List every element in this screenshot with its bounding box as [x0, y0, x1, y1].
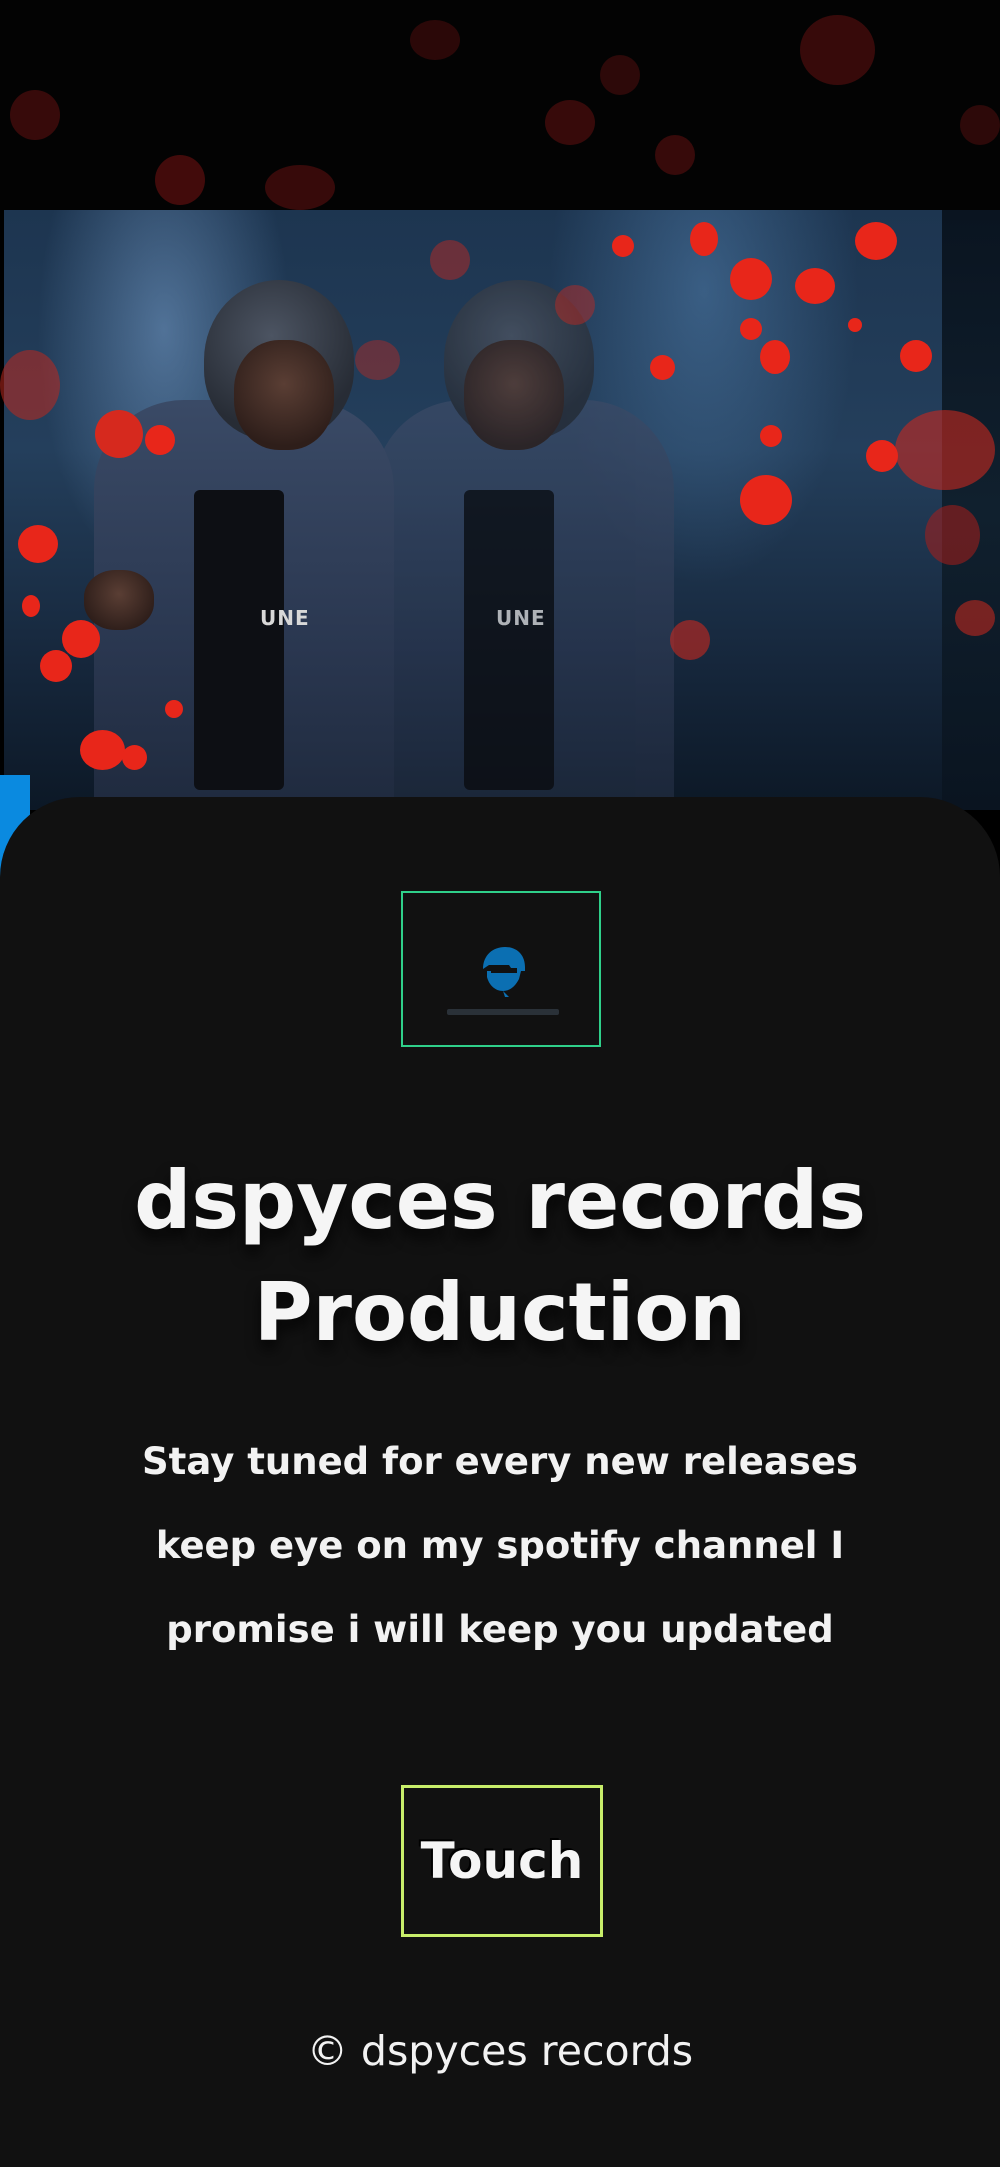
bokeh-dot [555, 285, 595, 325]
bokeh-dot [62, 620, 100, 658]
bokeh-dot [740, 318, 762, 340]
footer-copyright: © dspyces records [306, 2027, 694, 2075]
bokeh-dot [612, 235, 634, 257]
touch-button[interactable]: Touch [401, 1785, 603, 1937]
bokeh-dot [960, 105, 1000, 145]
bokeh-dot [760, 425, 782, 447]
bokeh-dot [848, 318, 862, 332]
tagline-line-1: Stay tuned for every new releases [142, 1440, 858, 1483]
bokeh-dot [410, 20, 460, 60]
figure-face [464, 340, 564, 450]
bokeh-dot [600, 55, 640, 95]
bokeh-dot [18, 525, 58, 563]
title-line-2: Production [253, 1266, 747, 1359]
bokeh-dot [925, 505, 980, 565]
shirt-print: UNE [496, 606, 546, 630]
bokeh-dot [10, 90, 60, 140]
hero-photo: UNE UNE [4, 210, 942, 810]
bokeh-dot [80, 730, 125, 770]
figure-shirt [464, 490, 554, 790]
logo-box[interactable] [401, 891, 601, 1047]
bokeh-dot [795, 268, 835, 304]
logo-wordmark [447, 1009, 559, 1015]
bokeh-dot [165, 700, 183, 718]
bokeh-dot [855, 222, 897, 260]
bokeh-dot [265, 165, 335, 210]
bokeh-dot [650, 355, 675, 380]
page-title: dspyces records Production [0, 1145, 1000, 1369]
helmet-logo-icon [483, 947, 525, 997]
shirt-print: UNE [260, 606, 310, 630]
tagline-line-2: keep eye on my spotify channel I [155, 1524, 845, 1567]
bokeh-dot [145, 425, 175, 455]
bokeh-dot [866, 440, 898, 472]
bokeh-dot [430, 240, 470, 280]
page: UNE UNE dspyces records Production Stay … [0, 0, 1000, 2167]
bokeh-dot [40, 650, 72, 682]
bokeh-dot [900, 340, 932, 372]
bokeh-dot [22, 595, 40, 617]
bokeh-dot [730, 258, 772, 300]
bokeh-dot [760, 340, 790, 374]
title-line-1: dspyces records [134, 1154, 866, 1247]
bokeh-dot [355, 340, 400, 380]
bokeh-dot [95, 410, 143, 458]
bokeh-dot [800, 15, 875, 85]
bokeh-dot [955, 600, 995, 636]
figure-face [234, 340, 334, 450]
bokeh-dot [0, 350, 60, 420]
bokeh-dot [155, 155, 205, 205]
bokeh-dot [655, 135, 695, 175]
bokeh-dot [740, 475, 792, 525]
bokeh-dot [545, 100, 595, 145]
bokeh-dot [670, 620, 710, 660]
figure-shirt [194, 490, 284, 790]
bokeh-dot [122, 745, 147, 770]
tagline-line-3: promise i will keep you updated [166, 1608, 834, 1651]
tagline: Stay tuned for every new releases keep e… [100, 1420, 900, 1672]
bokeh-dot [690, 222, 718, 256]
bokeh-dot [895, 410, 995, 490]
figure-hand [84, 570, 154, 630]
